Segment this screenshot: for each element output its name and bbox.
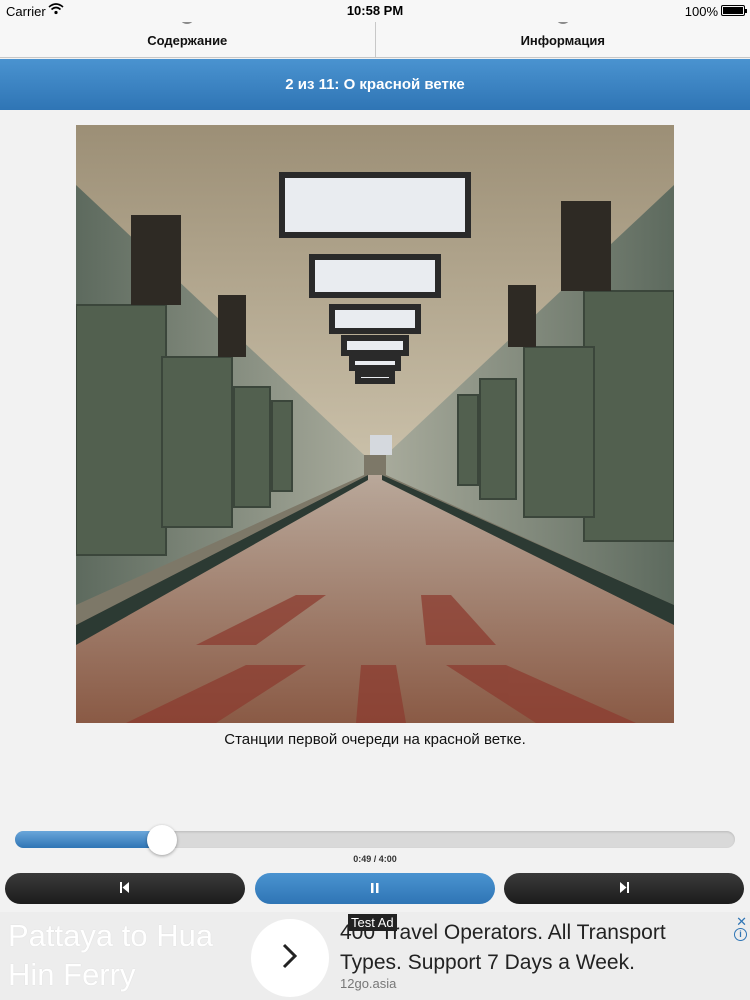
- page-title-bar: 2 из 11: О красной ветке: [0, 59, 750, 110]
- pause-button[interactable]: [255, 873, 495, 904]
- metro-station-photo: [76, 125, 674, 723]
- pause-icon: [371, 880, 379, 898]
- page-title: 2 из 11: О красной ветке: [285, 76, 465, 93]
- battery-icon: [721, 5, 747, 16]
- previous-button[interactable]: [5, 873, 245, 904]
- progress-fill: [15, 831, 162, 848]
- skip-next-icon: [619, 880, 629, 898]
- chevron-right-icon: [281, 942, 299, 975]
- image-caption: Станции первой очереди на красной ветке.: [224, 731, 526, 748]
- status-bar: Carrier 10:58 PM 100%: [0, 0, 750, 22]
- progress-thumb[interactable]: [146, 825, 177, 855]
- battery-percent: 100%: [684, 4, 718, 19]
- tab-info-label: Информация: [520, 33, 605, 48]
- ad-info-icon[interactable]: i: [734, 928, 747, 941]
- tab-contents-label: Содержание: [147, 33, 228, 48]
- audio-progress-slider[interactable]: [15, 825, 735, 855]
- ad-title: Pattaya to Hua Hin Ferry: [8, 918, 214, 992]
- ad-banner[interactable]: Pattaya to Hua Hin Ferry 400 Travel Oper…: [0, 912, 750, 1000]
- playback-timecode: 0:49 / 4:00: [353, 854, 397, 864]
- next-button[interactable]: [504, 873, 744, 904]
- clock: 10:58 PM: [346, 3, 404, 18]
- test-ad-badge: Test Ad: [348, 914, 397, 931]
- ad-open-button[interactable]: [251, 919, 329, 997]
- ad-headline: 400 Travel Operators. All Transport Type…: [340, 921, 666, 974]
- ad-domain: 12go.asia: [340, 976, 397, 991]
- skip-previous-icon: [120, 880, 130, 898]
